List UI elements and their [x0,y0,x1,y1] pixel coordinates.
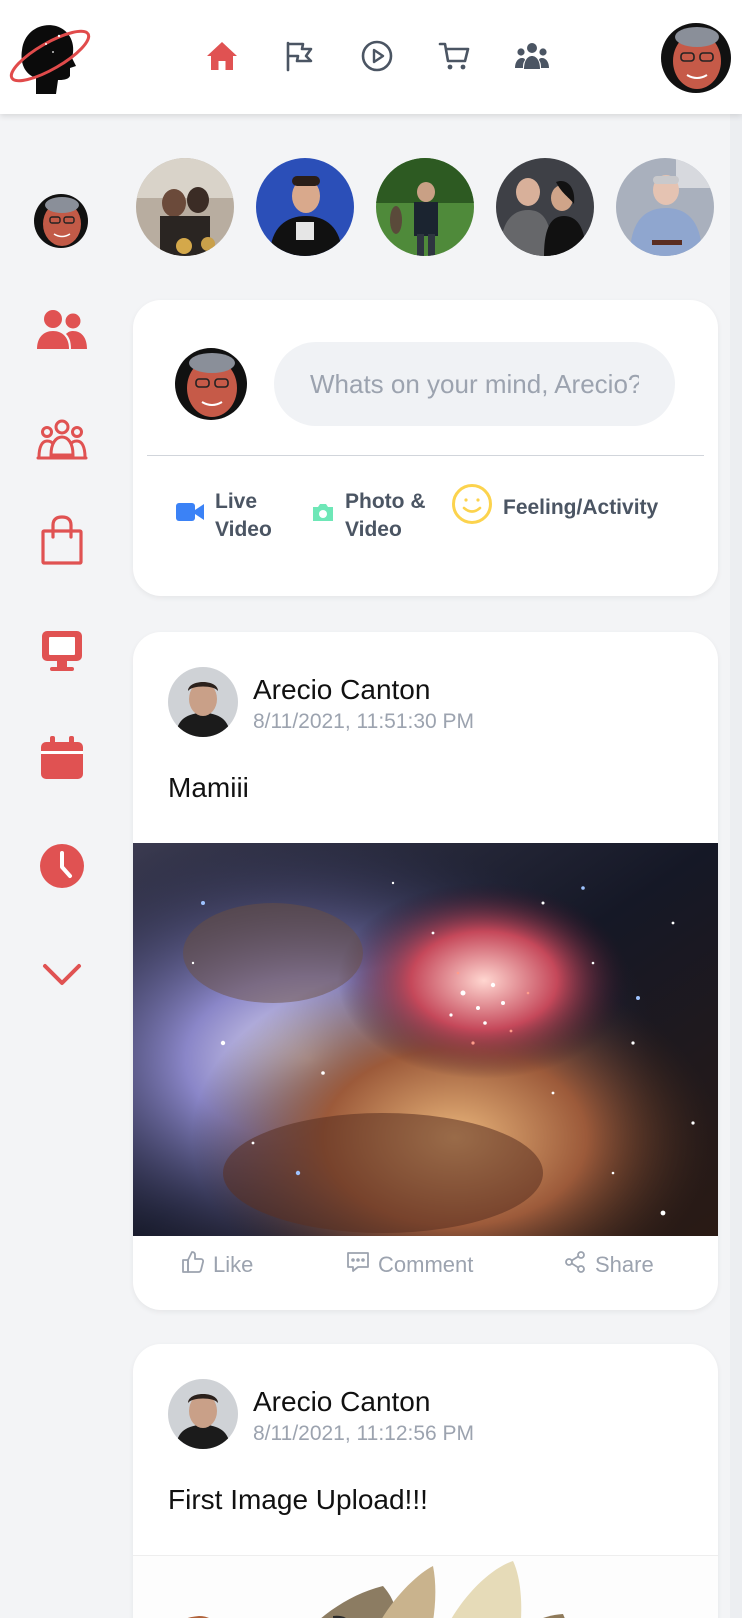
story-avatar[interactable] [136,158,234,256]
post-author-avatar[interactable] [168,1379,238,1449]
live-video-label-line2: Video [215,518,272,541]
live-video-button[interactable]: Live Video [175,488,272,544]
post-card: Arecio Canton 8/11/2021, 11:51:30 PM Mam… [133,632,718,1310]
share-button[interactable]: Share [563,1250,654,1280]
watch-icon[interactable] [32,620,92,680]
cart-icon[interactable] [436,38,472,74]
top-navigation-bar [0,0,742,114]
groups-icon[interactable] [32,410,92,470]
thumbs-up-icon [181,1250,205,1280]
smiley-icon [451,483,493,533]
comment-button[interactable]: Comment [346,1250,473,1280]
post-image[interactable] [133,843,718,1236]
story-avatar[interactable] [376,158,474,256]
home-icon[interactable] [204,38,240,74]
photo-video-label: Photo & Video [345,488,425,544]
see-more-chevron-icon[interactable] [32,945,92,1005]
feeling-activity-label: Feeling/Activity [503,496,659,519]
memories-icon[interactable] [32,836,92,896]
post-timestamp[interactable]: 8/11/2021, 11:12:56 PM [253,1422,474,1446]
post-author-name[interactable]: Arecio Canton [253,674,430,706]
events-icon[interactable] [32,728,92,788]
post-author-avatar[interactable] [168,667,238,737]
flag-icon[interactable] [281,38,317,74]
post-text: Mamiii [168,772,249,803]
post-card: Arecio Canton 8/11/2021, 11:12:56 PM Fir… [133,1344,718,1618]
post-timestamp[interactable]: 8/11/2021, 11:51:30 PM [253,710,474,734]
share-icon [563,1250,587,1280]
story-avatar[interactable] [496,158,594,256]
saturn-head-logo[interactable] [6,14,94,96]
like-button[interactable]: Like [181,1250,253,1280]
comment-icon [346,1250,370,1280]
post-image[interactable] [133,1555,718,1618]
photo-video-button[interactable]: Photo & Video [311,488,425,544]
play-icon[interactable] [359,38,395,74]
status-input[interactable] [274,342,675,426]
friends-icon[interactable] [32,300,92,360]
live-video-label-line1: Live [215,490,258,513]
marketplace-icon[interactable] [32,510,92,570]
composer-avatar [175,348,247,420]
story-avatar[interactable] [256,158,354,256]
photo-video-label-line2: Video [345,518,402,541]
video-camera-icon [175,501,205,531]
page-scrollbar[interactable] [730,114,742,1618]
sidebar-profile-avatar[interactable] [34,194,88,248]
users-icon[interactable] [514,38,550,74]
camera-icon [311,502,335,530]
live-video-label: Live Video [215,488,272,544]
divider [147,455,704,456]
like-label: Like [213,1252,254,1277]
comment-label: Comment [378,1252,474,1277]
post-author-name[interactable]: Arecio Canton [253,1386,430,1418]
share-label: Share [595,1252,654,1277]
photo-video-label-line1: Photo & [345,490,426,513]
post-composer-card: Live Video Photo & Video Feeling/Activit… [133,300,718,596]
feeling-activity-button[interactable]: Feeling/Activity [451,483,658,533]
user-avatar[interactable] [661,23,731,93]
post-text: First Image Upload!!! [168,1484,428,1515]
story-avatar[interactable] [616,158,714,256]
